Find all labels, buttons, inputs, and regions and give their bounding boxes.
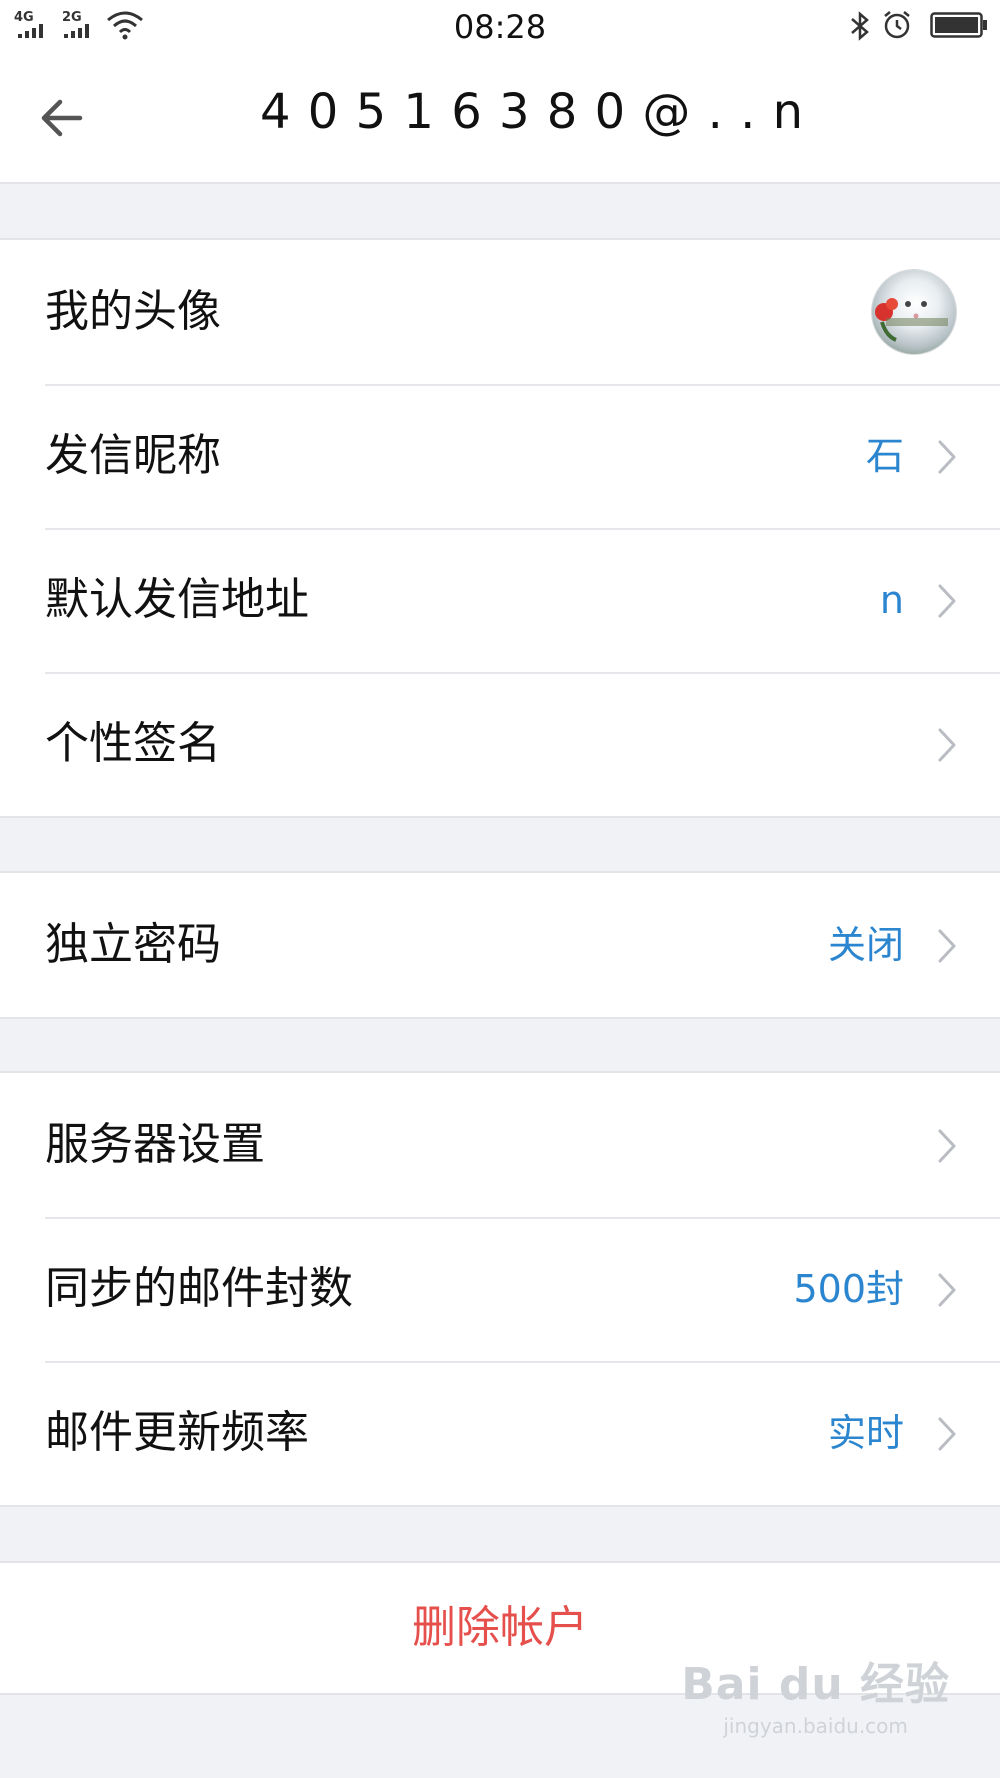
page-title: 4 0 5 1 6 3 8 0 @ . . n: [260, 84, 805, 140]
chevron-right-icon: [938, 584, 956, 618]
sender-nickname-label: 发信昵称: [45, 430, 221, 481]
avatar-label: 我的头像: [45, 286, 221, 337]
navigation-bar: 4 0 5 1 6 3 8 0 @ . . n: [0, 54, 1000, 184]
watermark-logo: Bai du 经验: [681, 1659, 950, 1710]
server-settings-row[interactable]: 服务器设置: [0, 1073, 1000, 1217]
status-bar: 4G 2G 08:28: [0, 0, 1000, 54]
signature-row[interactable]: 个性签名: [0, 672, 1000, 816]
chevron-right-icon: [938, 1129, 956, 1163]
alarm-icon: [884, 11, 910, 39]
baidu-jingyan-watermark: Bai du 经验 jingyan.baidu.com: [681, 1648, 950, 1738]
chevron-right-icon: [938, 1417, 956, 1451]
mail-refresh-frequency-row[interactable]: 邮件更新频率 实时: [0, 1361, 1000, 1505]
sync-mail-count-value: 500封: [793, 1267, 904, 1311]
watermark-url: jingyan.baidu.com: [723, 1714, 908, 1738]
server-settings-label: 服务器设置: [45, 1119, 265, 1170]
battery-icon: [930, 12, 987, 38]
mail-refresh-frequency-label: 邮件更新频率: [45, 1407, 309, 1458]
bluetooth-icon: [851, 11, 869, 41]
avatar[interactable]: [872, 270, 956, 354]
independent-password-row[interactable]: 独立密码 关闭: [0, 873, 1000, 1017]
chevron-right-icon: [938, 440, 956, 474]
mail-refresh-frequency-value: 实时: [827, 1411, 904, 1455]
default-sender-address-value: n: [879, 578, 904, 622]
sender-nickname-value: 石: [865, 434, 904, 478]
security-settings-group: 独立密码 关闭: [0, 871, 1000, 1019]
default-sender-address-label: 默认发信地址: [45, 574, 309, 625]
sync-mail-count-label: 同步的邮件封数: [45, 1263, 353, 1314]
independent-password-value: 关闭: [827, 923, 904, 967]
avatar-image: [875, 298, 948, 342]
avatar-row[interactable]: 我的头像: [0, 240, 1000, 384]
server-settings-group: 服务器设置 同步的邮件封数 500封 邮件更新频率 实时: [0, 1071, 1000, 1507]
sync-mail-count-row[interactable]: 同步的邮件封数 500封: [0, 1217, 1000, 1361]
chevron-right-icon: [938, 728, 956, 762]
signature-label: 个性签名: [45, 718, 221, 769]
chevron-right-icon: [938, 929, 956, 963]
account-settings-group: 我的头像 发信昵称 石 默认发信地址 n 个性签名: [0, 238, 1000, 818]
default-sender-address-row[interactable]: 默认发信地址 n: [0, 528, 1000, 672]
independent-password-label: 独立密码: [45, 919, 221, 970]
back-arrow-icon[interactable]: [38, 94, 86, 142]
sender-nickname-row[interactable]: 发信昵称 石: [0, 384, 1000, 528]
chevron-right-icon: [938, 1273, 956, 1307]
